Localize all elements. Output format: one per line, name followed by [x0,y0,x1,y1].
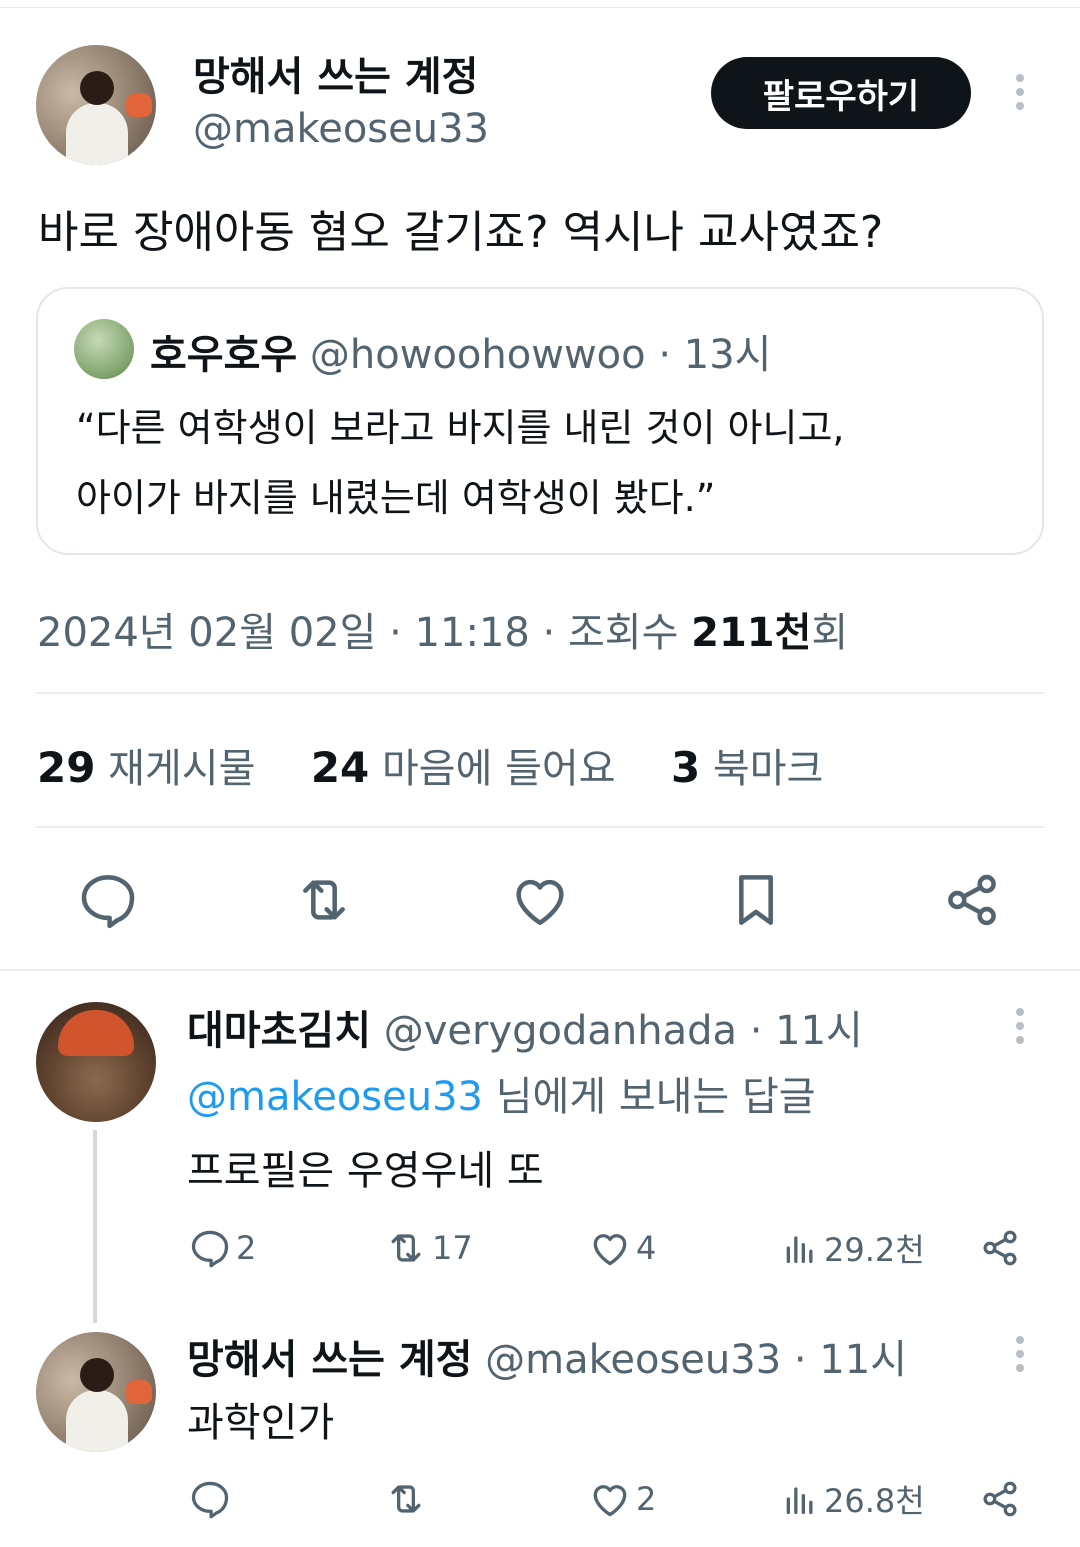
tweet-text: 바로 장애아동 혐오 갈기죠? 역시나 교사였죠? [38,207,884,258]
reply-text: 프로필은 우영우네 또 [187,1148,544,1194]
bookmarks-label[interactable]: 북마크 [713,746,823,792]
avatar-shirt [66,1390,128,1452]
repost-icon [391,1234,421,1262]
quoted-tweet-header: 호우호우 @howoohowwoo · 13시 [150,322,771,380]
reply-author-avatar[interactable] [36,1002,156,1122]
reply-time: · 11시 [793,1337,908,1383]
avatar-head [80,1358,114,1392]
avatar-shirt [66,103,128,165]
reply-text: 과학인가 [187,1400,335,1446]
avatar-hat [58,1010,134,1056]
likes-label[interactable]: 마음에 들어요 [382,746,616,792]
repost-icon[interactable] [292,868,356,932]
more-options-icon[interactable] [1013,1008,1027,1052]
repost-action[interactable] [384,1477,428,1521]
quoted-text: “다른 여학생이 보라고 바지를 내린 것이 아니고, 아이가 바지를 내렸는데… [76,393,844,533]
reply-author-handle[interactable]: @verygodanhada [384,1008,737,1054]
share-action[interactable] [978,1226,1022,1270]
thread-connector [93,1130,97,1323]
section-divider [0,969,1080,971]
analytics-icon [786,1487,813,1514]
reposts-label[interactable]: 재게시물 [108,746,255,792]
reposts-count[interactable]: 29 [37,743,95,792]
analytics-icon [786,1236,813,1263]
reply-header: 망해서 쓰는 계정 @makeoseu33 · 11시 [187,1327,907,1385]
share-action[interactable] [978,1477,1022,1521]
share-icon[interactable] [940,868,1004,932]
divider [36,692,1044,694]
quoted-text-line: “다른 여학생이 보라고 바지를 내린 것이 아니고, [76,406,845,450]
share-icon [983,1230,1017,1266]
top-divider [0,7,1080,8]
quoted-text-line: 아이가 바지를 내렸는데 여학생이 봤다.” [76,476,716,520]
more-options-icon[interactable] [1013,74,1027,118]
author-handle[interactable]: @makeoseu33 [193,106,489,152]
divider [36,826,1044,828]
avatar-fire [126,1380,152,1404]
like-count: 2 [636,1480,657,1518]
timestamp: 2024년 02월 02일 · 11:18 · 조회수 [37,610,692,656]
avatar-head [80,71,114,105]
like-icon [593,1234,627,1266]
repost-count: 17 [432,1229,473,1267]
share-icon [983,1481,1017,1517]
quoted-author-avatar [74,319,134,379]
quoted-author-name: 호우호우 [150,332,298,378]
reply-author-name[interactable]: 망해서 쓰는 계정 [187,1337,472,1383]
view-count: 26.8천 [824,1482,925,1520]
view-count: 29.2천 [824,1231,925,1269]
reply-author-name[interactable]: 대마초김치 [187,1008,371,1054]
views-action[interactable]: 26.8천 [780,1477,925,1521]
reply-icon[interactable] [76,868,140,932]
reply-action[interactable] [188,1477,232,1521]
reply-count: 2 [236,1229,257,1267]
author-name[interactable]: 망해서 쓰는 계정 [193,44,478,102]
bookmarks-count[interactable]: 3 [671,743,700,792]
author-avatar[interactable] [36,45,156,165]
bookmark-icon[interactable] [724,868,788,932]
reply-action[interactable]: 2 [188,1226,256,1270]
like-icon [593,1485,627,1517]
quoted-author-handle: @howoohowwoo [309,332,646,378]
likes-count[interactable]: 24 [311,743,369,792]
follow-button[interactable]: 팔로우하기 [711,57,971,129]
tweet-meta: 2024년 02월 02일 · 11:18 · 조회수 211천회 [37,600,848,658]
reply-author-handle[interactable]: @makeoseu33 [485,1337,781,1383]
reply-icon [191,1230,229,1268]
reply-icon [191,1481,229,1519]
like-icon[interactable] [508,868,572,932]
engagement-stats: 29 재게시물 24 마음에 들어요 3 북마크 [37,736,823,794]
mention-link[interactable]: @makeoseu33 [187,1074,483,1120]
like-action[interactable]: 4 [588,1226,656,1270]
repost-action[interactable]: 17 [384,1226,473,1270]
reply-author-avatar[interactable] [36,1332,156,1452]
replying-to-label: 님에게 보내는 답글 [483,1074,816,1120]
more-options-icon[interactable] [1013,1336,1027,1380]
quoted-tweet[interactable]: 호우호우 @howoohowwoo · 13시 “다른 여학생이 보라고 바지를… [36,287,1044,555]
like-action[interactable]: 2 [588,1477,656,1521]
reply-time: · 11시 [749,1008,863,1054]
replying-to: @makeoseu33 님에게 보내는 답글 [187,1064,816,1122]
reply-header: 대마초김치 @verygodanhada · 11시 [187,998,863,1056]
avatar-fire [126,93,152,117]
like-count: 4 [636,1229,657,1267]
quoted-time: · 13시 [658,332,772,378]
view-count: 211천 [691,610,812,656]
view-suffix: 회 [811,610,849,656]
views-action[interactable]: 29.2천 [780,1226,925,1270]
repost-icon [391,1485,421,1513]
